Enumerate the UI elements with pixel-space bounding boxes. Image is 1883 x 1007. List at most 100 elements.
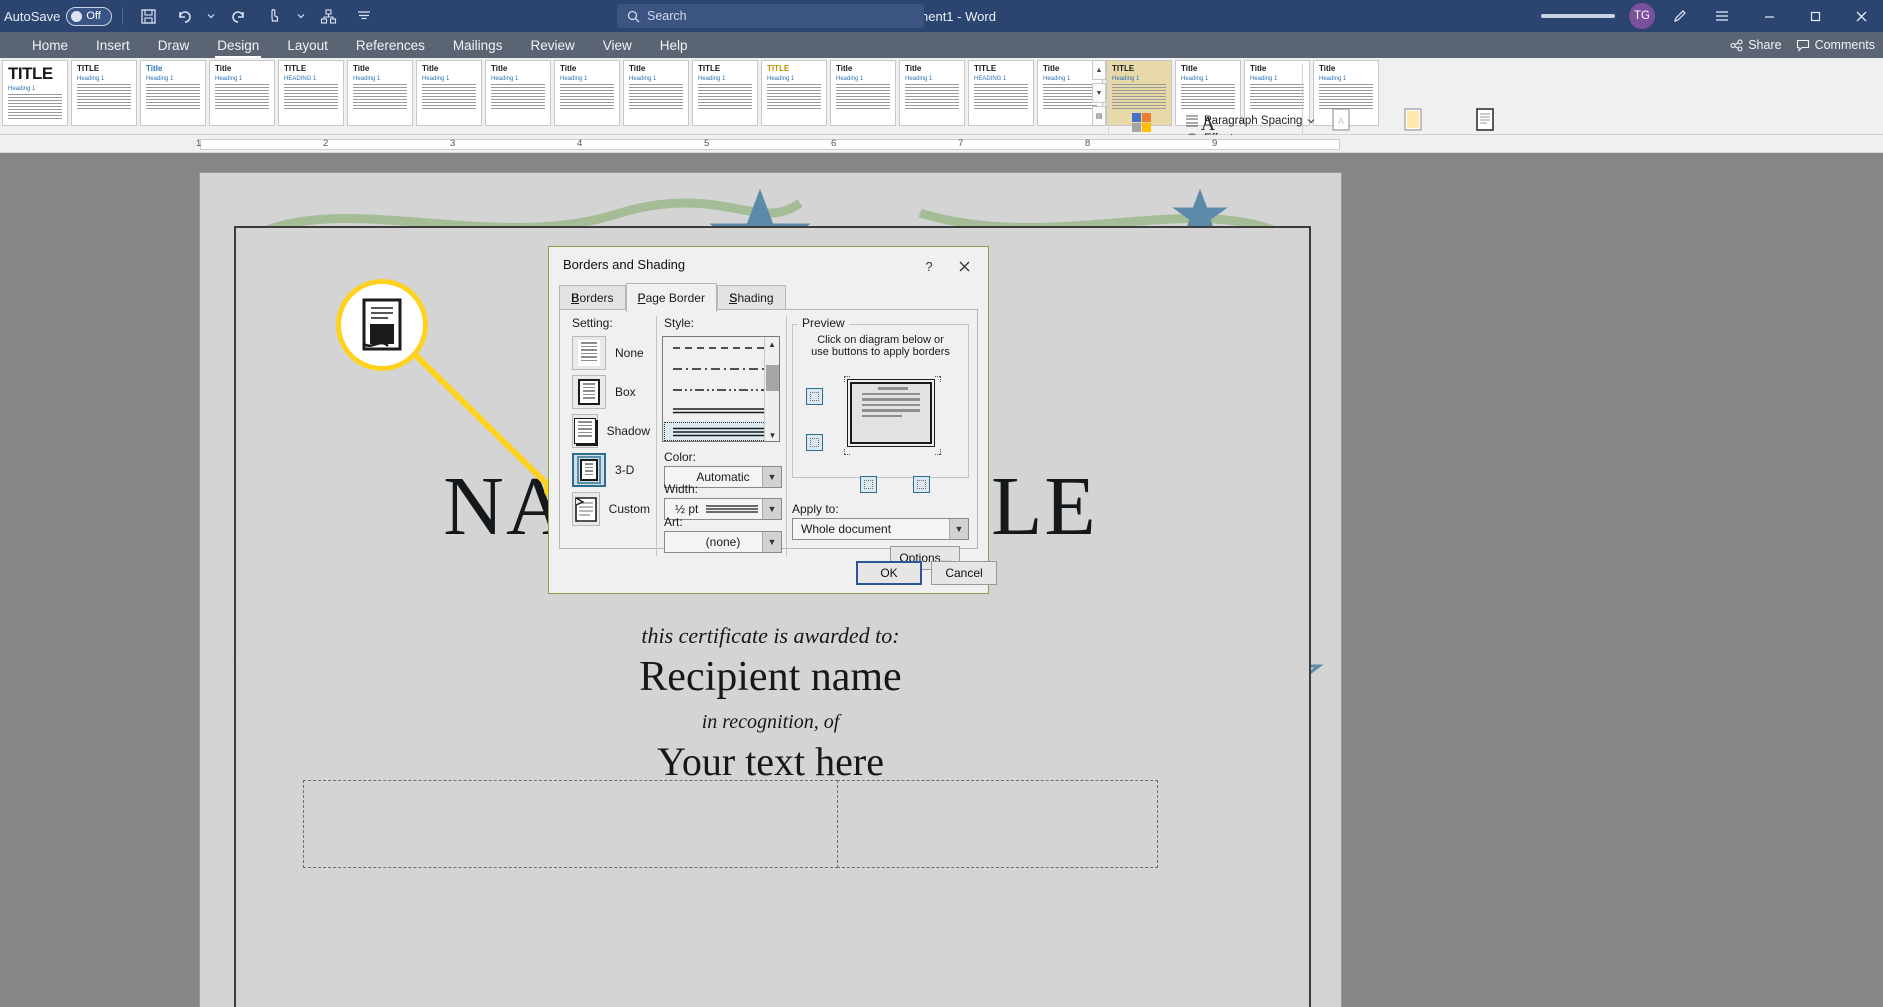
style-gallery-item[interactable]: Title Heading 1 <box>554 60 620 126</box>
ruler[interactable]: 1 2 3 4 5 6 7 8 9 <box>0 135 1883 153</box>
style-scrollbar[interactable]: ▲ ▼ <box>764 337 779 441</box>
gallery-item-lines <box>8 93 62 119</box>
style-listbox[interactable]: ▲ ▼ <box>662 336 780 442</box>
pen-icon[interactable] <box>1665 1 1695 31</box>
certificate-in-recognition[interactable]: in recognition, of <box>200 711 1341 734</box>
style-gallery-item[interactable]: Title Heading 1 <box>347 60 413 126</box>
setting-option-shadow[interactable]: Shadow <box>572 414 650 448</box>
setting-option-none[interactable]: None <box>572 336 650 370</box>
tab-references[interactable]: References <box>342 36 439 55</box>
close-button[interactable] <box>1839 0 1883 32</box>
help-icon[interactable]: ? <box>916 255 942 277</box>
setting-option-box[interactable]: Box <box>572 375 650 409</box>
setting-label-custom: Custom <box>608 502 650 516</box>
search-input[interactable]: Search <box>617 4 924 28</box>
certificate-recipient-name[interactable]: Recipient name <box>200 653 1341 701</box>
style-option-dashed[interactable] <box>663 337 779 358</box>
loading-indicator <box>1541 14 1615 18</box>
touch-mode-icon[interactable] <box>259 1 289 31</box>
ruler-mark: 7 <box>958 138 964 149</box>
style-gallery-item[interactable]: TITLE Heading 1 <box>71 60 137 126</box>
style-gallery-item[interactable]: Title Heading 1 <box>830 60 896 126</box>
cancel-button[interactable]: Cancel <box>931 561 997 585</box>
style-option-dash-dot[interactable] <box>663 358 779 379</box>
bottom-border-button[interactable] <box>806 434 823 451</box>
scroll-up-icon[interactable]: ▲ <box>765 337 779 352</box>
gallery-item-title: Title <box>1250 64 1267 73</box>
chevron-down-icon[interactable]: ▼ <box>762 499 781 519</box>
style-gallery-item[interactable]: Title Heading 1 <box>899 60 965 126</box>
setting-option-3d[interactable]: 3-D <box>572 453 650 487</box>
share-icon <box>1730 38 1743 52</box>
style-gallery-item[interactable]: TITLE Heading 1 <box>761 60 827 126</box>
chevron-down-icon[interactable]: ▼ <box>949 519 968 539</box>
style-gallery-item[interactable]: TITLE HEADING 1 <box>968 60 1034 126</box>
tab-review[interactable]: Review <box>516 36 588 55</box>
tab-layout[interactable]: Layout <box>273 36 342 55</box>
signature-placeholder-left[interactable] <box>303 780 838 868</box>
scrollbar-thumb[interactable] <box>766 365 779 391</box>
certificate-your-text[interactable]: Your text here <box>200 738 1341 785</box>
gallery-scroll-up-icon[interactable]: ▲ <box>1092 60 1106 80</box>
style-gallery-item[interactable]: Title Heading 1 <box>209 60 275 126</box>
borders-and-shading-dialog[interactable]: Borders and Shading ? BBorders PPage Bor… <box>548 246 997 594</box>
dialog-tab-page-border[interactable]: PPage Border <box>625 283 717 313</box>
ok-button[interactable]: OK <box>856 561 922 585</box>
tab-help[interactable]: Help <box>646 36 702 55</box>
minimize-button[interactable] <box>1747 0 1791 32</box>
signature-placeholder-right[interactable] <box>837 780 1158 868</box>
style-gallery-item[interactable]: TITLE Heading 1 <box>692 60 758 126</box>
redo-icon[interactable] <box>223 1 253 31</box>
touch-mode-dropdown-icon[interactable] <box>295 1 307 31</box>
chevron-down-icon[interactable]: ▼ <box>762 467 781 487</box>
tab-view[interactable]: View <box>589 36 646 55</box>
save-icon[interactable] <box>133 1 163 31</box>
top-border-button[interactable] <box>806 388 823 405</box>
gallery-item-lines <box>1112 83 1166 109</box>
scroll-down-icon[interactable]: ▼ <box>765 428 779 441</box>
style-option-triple[interactable] <box>663 421 779 441</box>
gallery-scroll[interactable]: ▲ ▼ ▤ <box>1092 60 1106 126</box>
undo-dropdown-icon[interactable] <box>205 1 217 31</box>
paragraph-spacing-button[interactable]: Paragraph Spacing <box>1185 114 1315 128</box>
apply-to-dropdown[interactable]: Whole document ▼ <box>792 518 969 540</box>
gallery-more-icon[interactable]: ▤ <box>1092 106 1106 126</box>
tab-home[interactable]: Home <box>18 36 82 55</box>
tab-draw[interactable]: Draw <box>144 36 204 55</box>
ruler-track[interactable] <box>200 139 1340 150</box>
ruler-mark: 5 <box>704 138 710 149</box>
close-icon[interactable] <box>950 255 978 277</box>
customize-quick-access-icon[interactable] <box>313 1 343 31</box>
ribbon-display-options-icon[interactable] <box>349 1 379 31</box>
undo-icon[interactable] <box>169 1 199 31</box>
ribbon-options-icon[interactable] <box>1707 1 1737 31</box>
style-gallery-item[interactable]: Title Heading 1 <box>140 60 206 126</box>
right-border-button[interactable] <box>913 476 930 493</box>
style-gallery-item[interactable]: Title Heading 1 <box>416 60 482 126</box>
tab-design[interactable]: Design <box>203 36 273 58</box>
autosave-toggle[interactable]: Off <box>66 6 113 26</box>
style-gallery-item[interactable]: Title Heading 1 <box>623 60 689 126</box>
tab-mailings[interactable]: Mailings <box>439 36 517 55</box>
setting-option-custom[interactable]: Custom <box>572 492 650 526</box>
gallery-item-heading: Heading 1 <box>8 85 36 92</box>
width-value: ½ pt <box>675 502 699 516</box>
comments-button[interactable]: Comments <box>1796 38 1875 52</box>
style-gallery-item[interactable]: TITLE HEADING 1 <box>278 60 344 126</box>
style-option-double-thin[interactable] <box>663 400 779 421</box>
gallery-scroll-down-icon[interactable]: ▼ <box>1092 83 1106 103</box>
share-button[interactable]: Share <box>1730 38 1782 52</box>
certificate-awarded-to[interactable]: this certificate is awarded to: <box>200 623 1341 649</box>
tab-insert[interactable]: Insert <box>82 36 144 55</box>
setting-options[interactable]: None Box Shadow 3-D Custom <box>572 336 650 531</box>
color-value: Automatic <box>696 470 750 484</box>
preview-diagram[interactable] <box>847 379 935 447</box>
ruler-mark: 9 <box>1212 138 1218 149</box>
restore-button[interactable] <box>1793 0 1837 32</box>
style-gallery-item[interactable]: Title Heading 1 <box>485 60 551 126</box>
style-option-dash-dot-dot[interactable] <box>663 379 779 400</box>
style-gallery-item[interactable]: TITLE Heading 1 <box>2 60 68 126</box>
avatar[interactable]: TG <box>1629 3 1655 29</box>
preview-hint: Click on diagram below or use buttons to… <box>792 334 969 358</box>
left-border-button[interactable] <box>860 476 877 493</box>
